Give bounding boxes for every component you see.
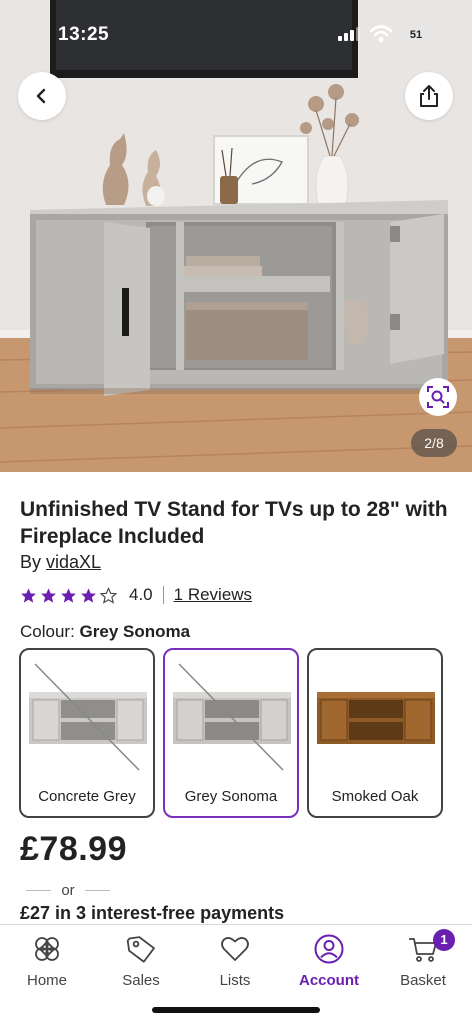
rating-row: 4.0 1 Reviews xyxy=(20,584,252,606)
account-icon xyxy=(314,934,344,964)
brand-link[interactable]: vidaXL xyxy=(46,552,101,572)
chevron-left-icon xyxy=(36,88,46,104)
battery-level: 51 xyxy=(409,29,423,41)
or-text: or xyxy=(61,881,75,899)
brand-line: By vidaXL xyxy=(20,552,101,573)
wifi-icon xyxy=(370,25,392,43)
star-filled-icon xyxy=(41,587,56,603)
basket-count-badge: 1 xyxy=(433,929,455,951)
nav-basket[interactable]: 1 Basket xyxy=(376,929,470,993)
nav-label: Account xyxy=(299,972,359,989)
nav-label: Basket xyxy=(400,972,446,989)
share-button[interactable] xyxy=(405,72,453,120)
home-icon xyxy=(35,937,59,961)
rating-divider xyxy=(162,586,164,604)
nav-home[interactable]: Home xyxy=(0,933,94,993)
swatch-image xyxy=(317,692,435,744)
product-image[interactable]: 13:25 51 2/8 xyxy=(0,0,472,472)
nav-label: Sales xyxy=(122,972,160,989)
product-price: £78.99 xyxy=(20,830,127,868)
zoom-search-icon xyxy=(427,386,449,408)
image-counter: 2/8 xyxy=(411,429,457,457)
swatch-label: Grey Sonoma xyxy=(184,788,278,805)
selected-colour: Grey Sonoma xyxy=(79,622,191,641)
star-filled-icon xyxy=(81,587,96,603)
reviews-link[interactable]: 1 Reviews xyxy=(174,585,252,605)
rating-stars xyxy=(20,586,117,604)
installments-text: £27 in 3 interest-free payments xyxy=(20,903,285,923)
swatch-label: Concrete Grey xyxy=(38,788,136,805)
or-divider: or xyxy=(26,880,110,900)
rating-value: 4.0 xyxy=(129,585,153,604)
divider-line xyxy=(26,889,52,891)
nav-account[interactable]: Account xyxy=(282,933,376,993)
image-zoom-button[interactable] xyxy=(419,378,457,416)
colour-swatch-grey-sonoma[interactable]: Grey Sonoma xyxy=(163,648,299,818)
nav-label: Home xyxy=(26,972,67,989)
colour-swatch-concrete-grey[interactable]: Concrete Grey xyxy=(19,648,155,818)
heart-icon xyxy=(221,937,249,961)
back-button[interactable] xyxy=(18,72,66,120)
colour-label: Colour: Grey Sonoma xyxy=(20,622,190,642)
home-indicator xyxy=(152,1007,320,1013)
divider-line xyxy=(84,889,110,891)
brand-prefix: By xyxy=(20,552,47,572)
signal-icon xyxy=(338,27,360,41)
share-icon xyxy=(420,85,438,107)
nav-sales[interactable]: Sales xyxy=(94,933,188,993)
product-title: Unfinished TV Stand for TVs up to 28" wi… xyxy=(20,498,448,548)
star-filled-icon xyxy=(61,587,76,603)
battery-icon: 51 xyxy=(400,27,432,43)
tag-icon xyxy=(126,936,155,963)
nav-lists[interactable]: Lists xyxy=(188,933,282,993)
star-filled-icon xyxy=(21,587,36,603)
status-bar: 13:25 51 xyxy=(0,0,472,64)
colour-swatch-smoked-oak[interactable]: Smoked Oak xyxy=(307,648,443,818)
star-empty-icon xyxy=(100,586,117,604)
product-photo xyxy=(0,0,472,472)
nav-label: Lists xyxy=(219,972,251,989)
colour-label-prefix: Colour: xyxy=(20,622,80,641)
status-time: 13:25 xyxy=(58,24,110,45)
swatch-label: Smoked Oak xyxy=(331,788,419,805)
